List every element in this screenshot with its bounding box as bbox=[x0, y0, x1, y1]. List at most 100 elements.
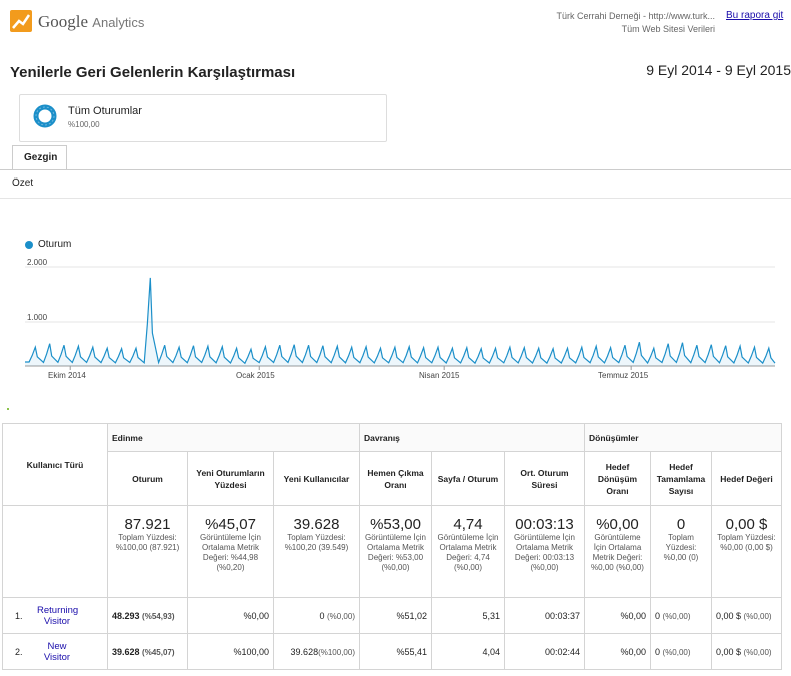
product-logo[interactable]: Google Analytics bbox=[38, 12, 144, 32]
row-sessions-pct: (%54,93) bbox=[142, 611, 175, 621]
table-row: 1. Returning Visitor 48.293 (%54,93) %0,… bbox=[2, 597, 782, 634]
col-avg-duration[interactable]: Ort. Oturum Süresi bbox=[504, 451, 585, 506]
section-divider bbox=[0, 198, 791, 199]
total-value: %45,07 bbox=[205, 516, 256, 533]
row-sessions: 39.628 (%45,07) bbox=[107, 633, 188, 670]
col-new-users[interactable]: Yeni Kullanıcılar bbox=[273, 451, 360, 506]
total-note: Görüntüleme İçin Ortalama Metrik Değeri:… bbox=[591, 533, 644, 572]
row-name-link[interactable]: New Visitor bbox=[37, 641, 77, 663]
row-duration: 00:03:37 bbox=[504, 597, 585, 634]
col-goal-completions[interactable]: Hedef Tamamlama Sayısı bbox=[650, 451, 712, 506]
total-note: Görüntüleme İçin Ortalama Metrik Değeri:… bbox=[365, 533, 426, 572]
x-tick-ekim: Ekim 2014 bbox=[48, 371, 86, 380]
total-value: %0,00 bbox=[596, 516, 639, 533]
date-range[interactable]: 9 Eyl 2014 - 9 Eyl 2015 bbox=[646, 62, 791, 78]
row-duration: 00:02:44 bbox=[504, 633, 585, 670]
row-pages: 5,31 bbox=[431, 597, 505, 634]
total-cell: %45,07 Görüntüleme İçin Ortalama Metrik D… bbox=[187, 505, 274, 598]
x-tick-temmuz: Temmuz 2015 bbox=[598, 371, 649, 380]
row-bounce: %51,02 bbox=[359, 597, 432, 634]
total-cell: 39.628 Toplam Yüzdesi: %100,20 (39.549) bbox=[273, 505, 360, 598]
analytics-logo-icon[interactable] bbox=[10, 10, 32, 32]
x-tick-nisan: Nisan 2015 bbox=[419, 371, 460, 380]
col-goal-value[interactable]: Hedef Değeri bbox=[711, 451, 782, 506]
total-cell: %53,00 Görüntüleme İçin Ortalama Metrik D… bbox=[359, 505, 432, 598]
tab-summary[interactable]: Özet bbox=[12, 178, 33, 189]
row-name-link[interactable]: Returning Visitor bbox=[37, 605, 78, 627]
col-new-sessions-pct[interactable]: Yeni Oturumların Yüzdesi bbox=[187, 451, 274, 506]
segment-percent: %100,00 bbox=[68, 120, 100, 129]
table-row: 2. New Visitor 39.628 (%45,07) %100,00 3… bbox=[2, 633, 782, 670]
row-goal-value-pct: (%0,00) bbox=[743, 611, 772, 621]
data-table: Kullanıcı Türü Edinme Davranış Dönüşümle… bbox=[2, 423, 782, 670]
col-pages-per-session[interactable]: Sayfa / Oturum bbox=[431, 451, 505, 506]
col-bounce-rate[interactable]: Hemen Çıkma Oranı bbox=[359, 451, 432, 506]
total-cell: 4,74 Görüntüleme İçin Ortalama Metrik Değ… bbox=[431, 505, 505, 598]
property-name: Türk Cerrahi Derneği - http://www.turk..… bbox=[556, 11, 715, 21]
row-sessions: 48.293 (%54,93) bbox=[107, 597, 188, 634]
sessions-line-chart[interactable] bbox=[0, 250, 791, 370]
group-conversions: Dönüşümler bbox=[584, 423, 782, 452]
row-goal-value: 0,00 $ (%0,00) bbox=[711, 597, 782, 634]
legend-dot-icon bbox=[25, 241, 33, 249]
dimension-header[interactable]: Kullanıcı Türü bbox=[2, 423, 108, 506]
row-goal-count-value: 0 bbox=[655, 646, 661, 657]
row-new-users-value: 0 bbox=[319, 610, 325, 621]
row-sessions-value: 48.293 bbox=[112, 610, 140, 621]
row-goal-count: 0 (%0,00) bbox=[650, 633, 712, 670]
segment-donut-icon bbox=[33, 104, 57, 128]
row-pages: 4,04 bbox=[431, 633, 505, 670]
total-cell: 0 Toplam Yüzdesi: %0,00 (0) bbox=[650, 505, 712, 598]
total-note: Görüntüleme İçin Ortalama Metrik Değeri:… bbox=[200, 533, 261, 572]
row-goal-value-value: 0,00 $ bbox=[716, 646, 742, 657]
row-index: 1. bbox=[15, 610, 23, 621]
col-sessions[interactable]: Oturum bbox=[107, 451, 188, 506]
total-note: Görüntüleme İçin Ortalama Metrik Değeri:… bbox=[437, 533, 499, 572]
total-value: 39.628 bbox=[293, 516, 340, 533]
total-cell: 87.921 Toplam Yüzdesi: %100,00 (87.921) bbox=[107, 505, 188, 598]
tab-explorer[interactable]: Gezgin bbox=[12, 145, 67, 169]
totals-row: 87.921 Toplam Yüzdesi: %100,00 (87.921) %… bbox=[2, 505, 782, 598]
totals-label-cell bbox=[2, 505, 108, 598]
segment-card[interactable]: Tüm Oturumlar %100,00 bbox=[19, 94, 387, 142]
col-goal-conv-rate[interactable]: Hedef Dönüşüm Oranı bbox=[584, 451, 651, 506]
row-dimension-cell: 1. Returning Visitor bbox=[2, 597, 108, 634]
total-cell: 0,00 $ Toplam Yüzdesi: %0,00 (0,00 $) bbox=[711, 505, 782, 598]
row-goal-rate: %0,00 bbox=[584, 633, 651, 670]
segment-label: Tüm Oturumlar bbox=[68, 105, 142, 117]
row-new-users-pct: (%100,00) bbox=[318, 647, 355, 657]
go-to-report-link[interactable]: Bu rapora git bbox=[726, 10, 783, 21]
row-sessions-pct: (%45,07) bbox=[142, 647, 175, 657]
x-tick-ocak: Ocak 2015 bbox=[236, 371, 275, 380]
row-new-users-value: 39.628 bbox=[290, 646, 319, 657]
group-behavior: Davranış bbox=[359, 423, 585, 452]
row-goal-rate: %0,00 bbox=[584, 597, 651, 634]
logo-product: Analytics bbox=[92, 15, 145, 30]
total-value: 0 bbox=[676, 516, 686, 533]
total-value: 0,00 $ bbox=[725, 516, 768, 533]
row-bounce: %55,41 bbox=[359, 633, 432, 670]
row-goal-count: 0 (%0,00) bbox=[650, 597, 712, 634]
property-info: Türk Cerrahi Derneği - http://www.turk..… bbox=[556, 10, 715, 36]
total-value: 4,74 bbox=[453, 516, 483, 533]
dimension-header-label: Kullanıcı Türü bbox=[26, 459, 84, 470]
total-note: Görüntüleme İçin Ortalama Metrik Değeri:… bbox=[514, 533, 575, 572]
total-cell: 00:03:13 Görüntüleme İçin Ortalama Metrik… bbox=[504, 505, 585, 598]
legend-label[interactable]: Oturum bbox=[38, 239, 71, 250]
total-note: Toplam Yüzdesi: %0,00 (0) bbox=[663, 533, 699, 562]
logo-brand: Google bbox=[38, 12, 89, 31]
row-new-sessions-pct: %0,00 bbox=[187, 597, 274, 634]
row-index: 2. bbox=[15, 646, 23, 657]
row-goal-count-pct: (%0,00) bbox=[662, 611, 691, 621]
row-goal-value-value: 0,00 $ bbox=[716, 610, 742, 621]
total-note: Toplam Yüzdesi: %0,00 (0,00 $) bbox=[717, 533, 776, 552]
total-note: Toplam Yüzdesi: %100,00 (87.921) bbox=[115, 533, 180, 552]
row-goal-value: 0,00 $ (%0,00) bbox=[711, 633, 782, 670]
group-acquisition: Edinme bbox=[107, 423, 360, 452]
row-sessions-value: 39.628 bbox=[112, 646, 140, 657]
total-value: %53,00 bbox=[370, 516, 421, 533]
row-new-users-pct: (%0,00) bbox=[326, 611, 355, 621]
row-new-users: 39.628(%100,00) bbox=[273, 633, 360, 670]
view-name: Tüm Web Sitesi Verileri bbox=[621, 24, 715, 34]
tab-divider bbox=[0, 169, 791, 170]
